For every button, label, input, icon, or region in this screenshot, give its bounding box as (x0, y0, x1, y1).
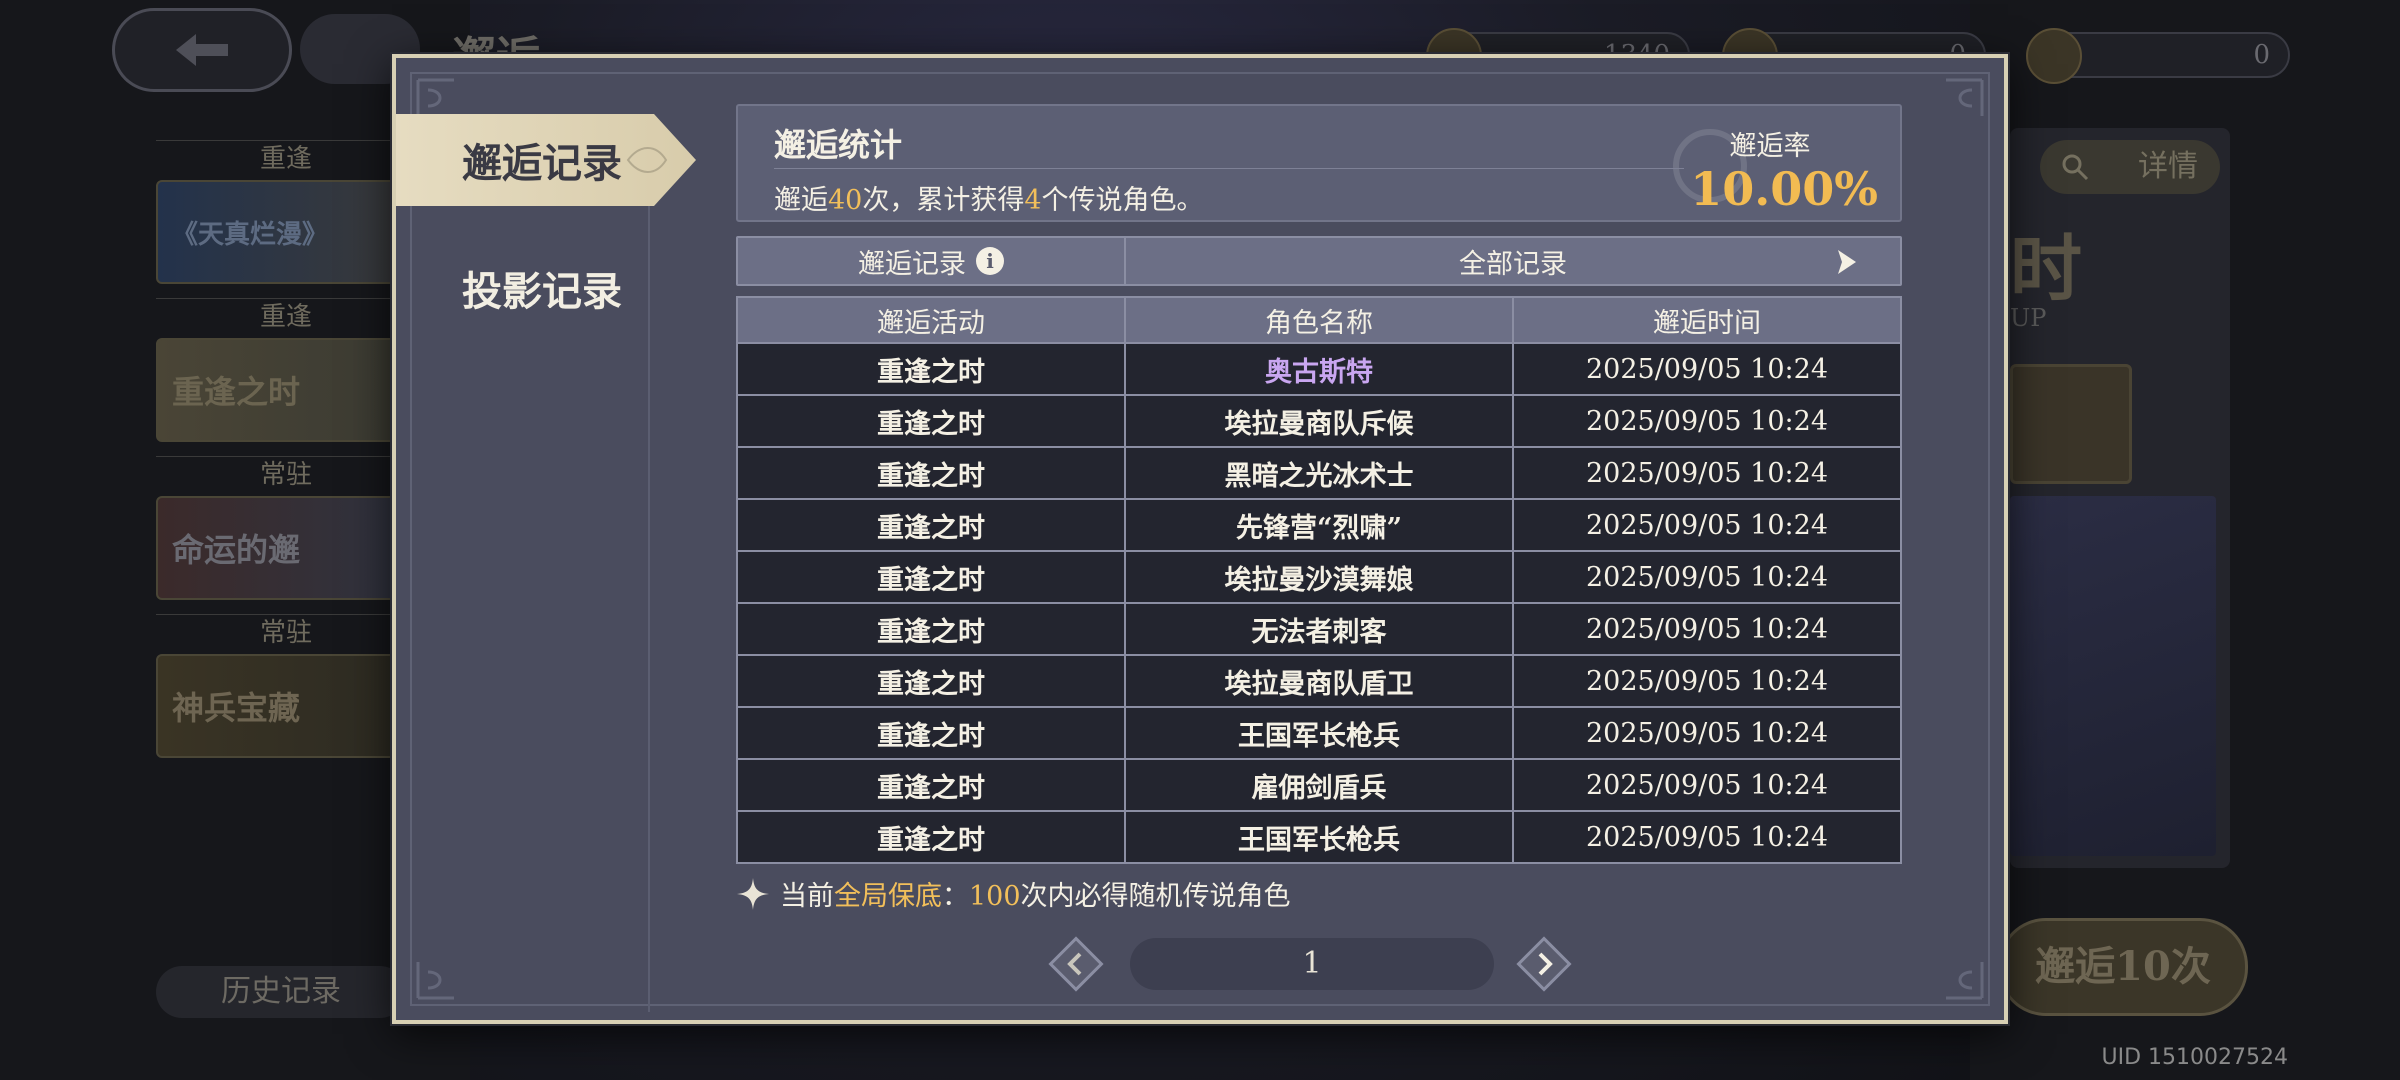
encounter-rate-label: 邂逅率 (1729, 131, 1811, 162)
table-row: 重逢之时 先锋营“烈啸” 2025/09/05 10:24 (737, 499, 1901, 552)
cell-time: 2025/09/05 10:24 (1513, 499, 1901, 552)
record-type-tabs: 邂逅记录 投影记录 (396, 114, 696, 334)
pity-notice: 当前全局保底：100次内必得随机传说角色 (736, 874, 1902, 913)
back-arrow-icon (176, 34, 228, 66)
banner-group-label: 重逢 (156, 140, 416, 176)
pagination: 1 (736, 930, 1902, 994)
pull-10-button[interactable]: 邂逅10次 (1998, 918, 2248, 1016)
cell-character: 黑暗之光冰术士 (1125, 447, 1514, 500)
stats-divider (774, 168, 1684, 169)
corner-ornament-icon (416, 962, 454, 1000)
prev-page-button[interactable] (1046, 934, 1106, 994)
cell-time: 2025/09/05 10:24 (1513, 811, 1901, 864)
banner-group-label: 常驻 (156, 614, 416, 650)
banner-scene-art (2010, 496, 2216, 856)
cell-time: 2025/09/05 10:24 (1513, 551, 1901, 604)
encounter-rate-value: 10.00% (1690, 162, 1878, 216)
cell-character: 埃拉曼商队斥候 (1125, 395, 1514, 448)
banner-card[interactable]: 神兵宝藏 (156, 654, 416, 758)
banner-group-label: 常驻 (156, 456, 416, 492)
cell-character: 无法者刺客 (1125, 603, 1514, 656)
records-content: 邂逅统计 邂逅40次，累计获得4个传说角色。 邂逅率 10.00% 邂逅记录 i… (736, 104, 1902, 913)
next-page-button[interactable] (1514, 934, 1574, 994)
featured-character-thumb[interactable] (2010, 364, 2132, 484)
banner-title-fragment: 时 (2010, 226, 2083, 311)
cell-time: 2025/09/05 10:24 (1513, 447, 1901, 500)
column-header-time: 邂逅时间 (1513, 297, 1901, 344)
cell-time: 2025/09/05 10:24 (1513, 395, 1901, 448)
table-row: 重逢之时 王国军长枪兵 2025/09/05 10:24 (737, 811, 1901, 864)
cell-character: 王国军长枪兵 (1125, 811, 1514, 864)
encounter-stats-card: 邂逅统计 邂逅40次，累计获得4个传说角色。 邂逅率 10.00% (736, 104, 1902, 222)
cell-character: 埃拉曼沙漠舞娘 (1125, 551, 1514, 604)
cell-time: 2025/09/05 10:24 (1513, 655, 1901, 708)
banner-card[interactable]: 重逢之时 (156, 338, 416, 442)
legendary-count: 4 (1024, 185, 1042, 216)
encounter-records-table: 邂逅活动 角色名称 邂逅时间 重逢之时 奥古斯特 2025/09/05 10:2… (736, 296, 1902, 864)
table-row: 重逢之时 黑暗之光冰术士 2025/09/05 10:24 (737, 447, 1901, 500)
chevron-right-icon (1838, 250, 1856, 274)
cell-character: 埃拉曼商队盾卫 (1125, 655, 1514, 708)
table-row: 重逢之时 埃拉曼沙漠舞娘 2025/09/05 10:24 (737, 551, 1901, 604)
pity-type: 全局保底 (834, 881, 942, 912)
cell-activity: 重逢之时 (737, 343, 1126, 396)
tab-ornament-icon (626, 147, 668, 173)
column-header-character: 角色名称 (1125, 297, 1514, 344)
table-row: 重逢之时 埃拉曼商队盾卫 2025/09/05 10:24 (737, 655, 1901, 708)
cell-activity: 重逢之时 (737, 759, 1126, 812)
cell-activity: 重逢之时 (737, 499, 1126, 552)
stats-summary: 邂逅40次，累计获得4个传说角色。 (774, 185, 1204, 216)
table-row: 重逢之时 王国军长枪兵 2025/09/05 10:24 (737, 707, 1901, 760)
record-filter-bar: 邂逅记录 i 全部记录 (736, 236, 1902, 286)
table-row: 重逢之时 埃拉曼商队斥候 2025/09/05 10:24 (737, 395, 1901, 448)
banner-card[interactable]: 《天真烂漫》 (156, 180, 416, 284)
info-icon[interactable]: i (976, 247, 1004, 275)
records-filter-label: 邂逅记录 i (738, 238, 1126, 284)
detail-button[interactable]: 详情 (2040, 140, 2220, 194)
pull-count: 40 (828, 185, 863, 216)
cell-activity: 重逢之时 (737, 707, 1126, 760)
page-number: 1 (1130, 938, 1494, 990)
banner-card[interactable]: 命运的邂 (156, 496, 416, 600)
cell-activity: 重逢之时 (737, 811, 1126, 864)
records-dialog: 邂逅记录 投影记录 邂逅统计 邂逅40次，累计获得4个传说角色。 邂逅率 10.… (392, 54, 2008, 1024)
magnifier-icon (2062, 154, 2089, 181)
sparkle-icon (737, 877, 769, 910)
tab-projection-records[interactable]: 投影记录 (396, 242, 656, 334)
avatar-coin-icon (2026, 28, 2082, 84)
back-button[interactable] (112, 8, 292, 92)
banner-up-label: UP (2010, 304, 2047, 332)
record-scope-selector[interactable]: 全部记录 (1126, 238, 1900, 284)
tab-encounter-records[interactable]: 邂逅记录 (396, 114, 696, 206)
banner-list: 重逢 《天真烂漫》 重逢 重逢之时 常驻 命运的邂 常驻 神兵宝藏 (156, 140, 416, 772)
cell-time: 2025/09/05 10:24 (1513, 603, 1901, 656)
pity-count: 100 (969, 881, 1021, 912)
corner-ornament-icon (1946, 78, 1984, 116)
cell-activity: 重逢之时 (737, 551, 1126, 604)
stats-title: 邂逅统计 (774, 126, 903, 164)
cell-character: 先锋营“烈啸” (1125, 499, 1514, 552)
banner-group-label: 重逢 (156, 298, 416, 334)
cell-character: 雇佣剑盾兵 (1125, 759, 1514, 812)
cell-time: 2025/09/05 10:24 (1513, 707, 1901, 760)
cell-activity: 重逢之时 (737, 395, 1126, 448)
cell-time: 2025/09/05 10:24 (1513, 343, 1901, 396)
currency-slot-3[interactable]: 0 (2026, 28, 2290, 84)
history-button[interactable]: 历史记录 (156, 966, 406, 1018)
table-row: 重逢之时 奥古斯特 2025/09/05 10:24 (737, 343, 1901, 396)
table-row: 重逢之时 雇佣剑盾兵 2025/09/05 10:24 (737, 759, 1901, 812)
cell-character: 王国军长枪兵 (1125, 707, 1514, 760)
cell-activity: 重逢之时 (737, 603, 1126, 656)
cell-activity: 重逢之时 (737, 447, 1126, 500)
table-header-row: 邂逅活动 角色名称 邂逅时间 (737, 297, 1901, 344)
column-header-activity: 邂逅活动 (737, 297, 1126, 344)
user-id: UID 1510027524 (2101, 1045, 2289, 1070)
corner-ornament-icon (1946, 962, 1984, 1000)
table-row: 重逢之时 无法者刺客 2025/09/05 10:24 (737, 603, 1901, 656)
cell-activity: 重逢之时 (737, 655, 1126, 708)
cell-character: 奥古斯特 (1125, 343, 1514, 396)
cell-time: 2025/09/05 10:24 (1513, 759, 1901, 812)
